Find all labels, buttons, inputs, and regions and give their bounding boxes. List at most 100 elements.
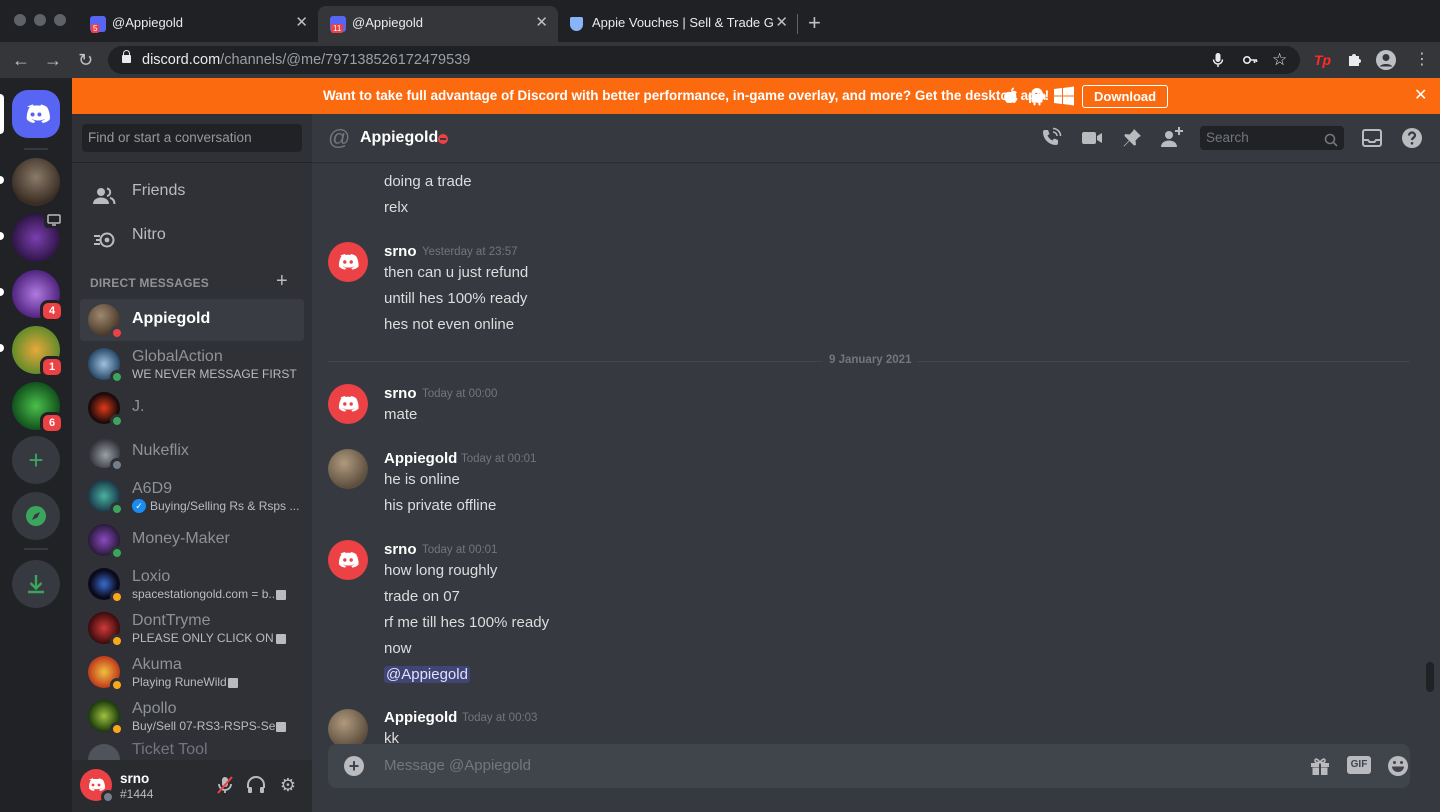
new-tab-button[interactable]: +: [808, 6, 821, 40]
dm-item-akuma[interactable]: Akuma Playing RuneWild: [80, 651, 304, 693]
tab-close-icon[interactable]: ✕: [295, 6, 308, 40]
user-avatar[interactable]: [80, 769, 115, 804]
apple-icon: [1002, 86, 1020, 106]
gift-icon[interactable]: [1308, 754, 1332, 778]
dm-item-ticket-tool[interactable]: Ticket Tool: [80, 739, 304, 760]
forward-arrow-icon[interactable]: →: [44, 49, 62, 71]
discord-favicon-icon: 11: [330, 16, 346, 33]
offline-status-icon: [110, 458, 124, 472]
tab-close-icon[interactable]: ✕: [775, 6, 788, 40]
add-server-button[interactable]: +: [12, 436, 60, 484]
dm-item-nukeflix[interactable]: Nukeflix: [80, 431, 304, 473]
message-composer[interactable]: + Message @Appiegold GIF: [328, 744, 1410, 788]
message-text: how long roughly: [384, 562, 498, 579]
address-bar[interactable]: discord.com/channels/@me/797138526172479…: [108, 46, 1300, 74]
message-author[interactable]: Appiegold: [384, 709, 457, 726]
message-author[interactable]: Appiegold: [384, 450, 457, 467]
server-icon-lucky[interactable]: 6: [12, 382, 64, 434]
tab-close-icon[interactable]: ✕: [535, 6, 548, 40]
help-icon[interactable]: [1400, 126, 1424, 150]
message-avatar[interactable]: [328, 709, 368, 744]
profile-avatar-icon[interactable]: [1375, 49, 1397, 75]
url-text: discord.com/channels/@me/797138526172479…: [142, 52, 471, 68]
dm-custom-status: Buy/Sell 07-RS3-RSPS-Se...: [132, 719, 286, 733]
inbox-icon[interactable]: [1360, 126, 1384, 150]
bookmark-star-icon[interactable]: ☆: [1272, 51, 1287, 68]
window-close-button[interactable]: [14, 14, 26, 26]
friends-nav-item[interactable]: Friends: [80, 170, 304, 212]
message-author[interactable]: srno: [384, 385, 417, 402]
mute-microphone-icon[interactable]: [214, 774, 236, 796]
explore-servers-button[interactable]: [12, 492, 60, 540]
back-arrow-icon[interactable]: ←: [12, 49, 30, 71]
user-discriminator: #1444: [120, 787, 154, 801]
dm-custom-status: ✓ Buying/Selling Rs & Rsps ...: [132, 499, 299, 513]
window-zoom-button[interactable]: [54, 14, 66, 26]
start-video-call-icon[interactable]: [1080, 126, 1104, 150]
microphone-icon[interactable]: [1212, 52, 1224, 71]
verified-check-icon: ✓: [132, 499, 146, 513]
dm-item-j[interactable]: J.: [80, 387, 304, 429]
dm-item-money-maker[interactable]: Money-Maker: [80, 519, 304, 561]
dm-item-a6d9[interactable]: A6D9 ✓ Buying/Selling Rs & Rsps ...: [80, 475, 304, 517]
puzzle-extensions-icon[interactable]: [1346, 51, 1362, 71]
search-input[interactable]: Search: [1200, 126, 1344, 150]
server-icon-2[interactable]: [12, 212, 64, 262]
find-conversation-button[interactable]: Find or start a conversation: [82, 124, 302, 152]
chat-title: Appiegold: [360, 129, 439, 146]
dm-name: Apollo: [132, 700, 177, 717]
reload-icon[interactable]: ↻: [78, 49, 93, 71]
user-settings-gear-icon[interactable]: ⚙: [277, 774, 299, 796]
search-icon: [1324, 131, 1338, 155]
message-clip: Appiegold Today at 00:03 kk: [312, 704, 1422, 744]
message-author[interactable]: srno: [384, 541, 417, 558]
pinned-messages-icon[interactable]: [1120, 126, 1144, 150]
online-status-icon: [110, 370, 124, 384]
add-friends-to-dm-icon[interactable]: [1160, 126, 1184, 150]
chat-scrollbar[interactable]: [1426, 662, 1434, 692]
browser-tab-3[interactable]: Appie Vouches | Sell & Trade G ✕: [558, 6, 798, 42]
browser-toolbar: ← → ↻ discord.com/channels/@me/797138526…: [0, 42, 1440, 78]
screen-share-icon: [44, 212, 64, 228]
server-icon-1[interactable]: [12, 158, 60, 206]
server-separator: [24, 148, 48, 150]
gif-picker-button[interactable]: GIF: [1347, 756, 1371, 774]
message-avatar[interactable]: [328, 540, 368, 580]
nitro-label: Nitro: [132, 226, 166, 243]
discord-home-button[interactable]: [12, 90, 60, 138]
download-icon: [28, 575, 44, 594]
nitro-nav-item[interactable]: Nitro: [80, 214, 304, 256]
tp-extension-icon[interactable]: Tp: [1314, 51, 1331, 69]
dm-item-globalaction[interactable]: GlobalAction WE NEVER MESSAGE FIRST: [80, 343, 304, 385]
server-icon-peanut[interactable]: 1: [12, 326, 64, 378]
download-apps-button[interactable]: [12, 560, 60, 608]
dm-item-loxio[interactable]: Loxio spacestationgold.com = b...: [80, 563, 304, 605]
browser-tab-2[interactable]: 11 @Appiegold ✕: [318, 6, 558, 42]
message-avatar[interactable]: [328, 384, 368, 424]
browser-tab-1[interactable]: 5 @Appiegold ✕: [78, 6, 318, 42]
kebab-menu-icon[interactable]: ⋮: [1414, 51, 1430, 69]
dm-item-donttryme[interactable]: DontTryme PLEASE ONLY CLICK ON ...: [80, 607, 304, 649]
headphones-icon[interactable]: [245, 774, 267, 796]
start-voice-call-icon[interactable]: [1039, 126, 1063, 150]
dm-item-appiegold[interactable]: Appiegold: [80, 299, 304, 341]
message-author[interactable]: srno: [384, 243, 417, 260]
user-mention[interactable]: @Appiegold: [384, 666, 470, 683]
dm-item-apollo[interactable]: Apollo Buy/Sell 07-RS3-RSPS-Se...: [80, 695, 304, 737]
emoji-picker-icon[interactable]: [1386, 754, 1410, 778]
dm-name: GlobalAction: [132, 348, 223, 365]
server-icon-space-station[interactable]: 4: [12, 270, 64, 322]
tab-title: Appie Vouches | Sell & Trade G: [592, 15, 774, 30]
download-button[interactable]: Download: [1082, 85, 1169, 108]
message-avatar[interactable]: [328, 449, 368, 489]
chat-area: @ Appiegold Search doing a trade relx sr…: [312, 114, 1440, 812]
create-dm-icon[interactable]: +: [276, 270, 288, 293]
friends-label: Friends: [132, 182, 186, 199]
message-avatar[interactable]: [328, 242, 368, 282]
close-banner-icon[interactable]: ✕: [1414, 78, 1427, 114]
key-icon[interactable]: [1242, 52, 1258, 71]
upload-plus-icon[interactable]: +: [344, 756, 364, 776]
message-input[interactable]: Message @Appiegold: [384, 744, 531, 788]
window-minimize-button[interactable]: [34, 14, 46, 26]
discord-logo-icon: [338, 396, 359, 412]
